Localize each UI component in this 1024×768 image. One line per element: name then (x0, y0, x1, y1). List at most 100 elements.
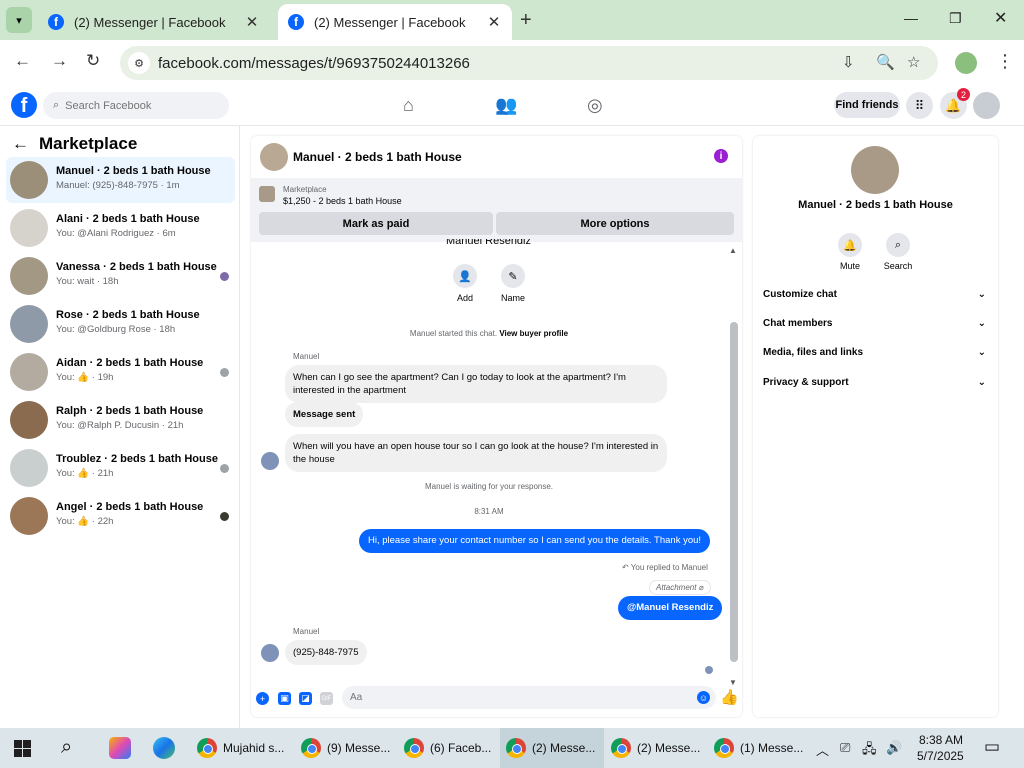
address-bar[interactable]: ⚙ facebook.com/messages/t/96937502440132… (120, 46, 938, 80)
site-info-icon[interactable]: ⚙ (128, 52, 150, 74)
conversation-item[interactable]: Manuel · 2 beds 1 bath House Manuel: (92… (6, 157, 235, 203)
listing-title[interactable]: $1,250 - 2 beds 1 bath House (283, 196, 402, 206)
browser-tab-2[interactable]: f (2) Messenger | Facebook ✕ (278, 4, 512, 40)
conversation-item[interactable]: Aidan · 2 beds 1 bath House You: 👍 · 19h (6, 349, 235, 395)
incoming-message[interactable]: When will you have an open house tour so… (285, 434, 667, 472)
friends-icon[interactable]: 👥 (495, 95, 517, 116)
tab-search-button[interactable]: ▾ (6, 7, 32, 33)
find-friends-button[interactable]: Find friends (834, 92, 900, 118)
chat-members-row[interactable]: Chat members ⌄ (763, 318, 988, 336)
edge-icon[interactable] (153, 737, 175, 759)
browser-tab-1[interactable]: f (2) Messenger | Facebook ✕ (38, 4, 270, 40)
sender-avatar[interactable] (261, 452, 279, 470)
new-tab-icon[interactable]: + (520, 9, 532, 32)
minimize-icon[interactable]: — (904, 10, 918, 26)
copilot-icon[interactable] (109, 737, 131, 759)
url-text[interactable]: facebook.com/messages/t/9693750244013266 (158, 55, 470, 72)
conversation-item[interactable]: Troublez · 2 beds 1 bath House You: 👍 · … (6, 445, 235, 491)
emoji-icon[interactable]: ☺ (697, 691, 710, 704)
home-icon[interactable]: ⌂ (403, 95, 414, 116)
forward-icon[interactable]: → (51, 51, 68, 71)
search-action[interactable]: ⌕ Search (878, 233, 918, 271)
name-label: Name (500, 293, 525, 303)
contact-avatar[interactable] (851, 146, 899, 194)
mute-action[interactable]: 🔔 Mute (830, 233, 870, 271)
chat-started-notice: Manuel started this chat. View buyer pro… (251, 329, 727, 338)
chrome-icon (714, 738, 734, 758)
message-input-box[interactable]: ☺ (342, 686, 716, 709)
install-app-icon[interactable]: ⇩ (842, 53, 855, 71)
menu-grid-icon[interactable]: ⠿ (906, 92, 933, 119)
avatar (10, 401, 48, 439)
facebook-search[interactable]: ⌕ (43, 92, 229, 119)
scrollbar-thumb[interactable] (730, 322, 738, 662)
chat-avatar[interactable] (260, 143, 288, 171)
thumbs-up-icon[interactable]: 👍 (720, 688, 739, 706)
reply-arrow-icon: ↶ (622, 563, 629, 572)
windows-start-icon[interactable] (14, 740, 31, 757)
more-options-button[interactable]: More options (496, 212, 734, 235)
back-arrow-icon[interactable]: ← (12, 134, 29, 154)
info-icon[interactable]: i (714, 149, 728, 163)
account-avatar[interactable] (973, 92, 1000, 119)
conversation-name: Ralph · 2 beds 1 bath House (56, 405, 204, 417)
show-hidden-icons-icon[interactable]: ︿ (816, 740, 829, 759)
taskbar-item[interactable]: (9) Messe... (297, 728, 399, 768)
incoming-message[interactable]: When can I go see the apartment? Can I g… (285, 365, 667, 403)
reload-icon[interactable]: ↻ (86, 51, 100, 71)
menu-kebab-icon[interactable]: ⋮ (996, 51, 1014, 72)
conversation-item[interactable]: Angel · 2 beds 1 bath House You: 👍 · 22h (6, 493, 235, 539)
attachment-quote[interactable]: Attachment ⌀ (649, 580, 711, 595)
sender-avatar[interactable] (261, 644, 279, 662)
incoming-message[interactable]: Message sent (285, 402, 364, 427)
privacy-support-row[interactable]: Privacy & support ⌄ (763, 377, 988, 395)
plus-icon[interactable]: + (256, 692, 269, 705)
name-action[interactable]: ✎ Name (493, 264, 533, 303)
scroll-up-icon[interactable]: ▲ (729, 246, 737, 255)
paperclip-icon: ⌀ (698, 583, 704, 592)
customize-chat-row[interactable]: Customize chat ⌄ (763, 289, 988, 307)
volume-icon[interactable]: 🔊 (886, 740, 902, 756)
outgoing-message[interactable]: Hi, please share your contact number so … (359, 529, 711, 553)
close-window-icon[interactable]: ✕ (994, 8, 1007, 28)
conversation-item[interactable]: Ralph · 2 beds 1 bath House You: @Ralph … (6, 397, 235, 443)
mark-as-paid-button[interactable]: Mark as paid (259, 212, 493, 235)
listing-thumbnail[interactable] (259, 186, 275, 202)
taskbar-item[interactable]: (1) Messe... (710, 728, 812, 768)
chat-title[interactable]: Manuel · 2 beds 1 bath House (293, 150, 462, 164)
add-action[interactable]: 👤 Add (445, 264, 485, 303)
facebook-logo[interactable]: f (11, 92, 37, 118)
search-icon[interactable]: ⌕ (61, 736, 72, 759)
conversation-item[interactable]: Vanessa · 2 beds 1 bath House You: wait … (6, 253, 235, 299)
taskbar-item[interactable]: (2) Messe... (607, 728, 709, 768)
taskbar-item[interactable]: (2) Messe... (500, 728, 604, 768)
photo-icon[interactable]: ▣ (278, 692, 291, 705)
view-buyer-profile-link[interactable]: View buyer profile (499, 329, 568, 338)
back-icon[interactable]: ← (14, 51, 31, 71)
media-files-links-row[interactable]: Media, files and links ⌄ (763, 347, 988, 365)
restore-icon[interactable]: ❐ (949, 10, 962, 27)
system-clock[interactable]: 8:38 AM 5/7/2025 (917, 732, 964, 764)
notification-center-icon[interactable]: ▭ (984, 737, 1000, 757)
close-tab-icon[interactable]: ✕ (486, 13, 502, 31)
profile-name: Manuel Resendiz (446, 239, 531, 247)
profile-avatar-icon[interactable] (955, 52, 977, 74)
search-input[interactable] (65, 99, 216, 112)
bookmark-star-icon[interactable]: ☆ (907, 53, 920, 71)
message-input[interactable] (350, 692, 680, 703)
avatar (10, 449, 48, 487)
zoom-icon[interactable]: 🔍 (876, 53, 895, 71)
incoming-message[interactable]: (925)-848-7975 (285, 640, 367, 665)
gif-icon[interactable]: GIF (320, 692, 333, 705)
network-icon[interactable]: 🖧 (862, 740, 877, 762)
conversation-item[interactable]: Rose · 2 beds 1 bath House You: @Goldbur… (6, 301, 235, 347)
conversation-item[interactable]: Alani · 2 beds 1 bath House You: @Alani … (6, 205, 235, 251)
taskbar-item[interactable]: Mujahid s... (193, 728, 295, 768)
taskbar-item[interactable]: (6) Faceb... (400, 728, 500, 768)
close-tab-icon[interactable]: ✕ (244, 13, 260, 31)
chrome-icon (197, 738, 217, 758)
outgoing-message[interactable]: @Manuel Resendiz (618, 596, 723, 620)
meet-icon[interactable]: ⎚ (840, 740, 850, 756)
groups-icon[interactable]: ◎ (587, 95, 603, 116)
sticker-icon[interactable]: ◪ (299, 692, 312, 705)
